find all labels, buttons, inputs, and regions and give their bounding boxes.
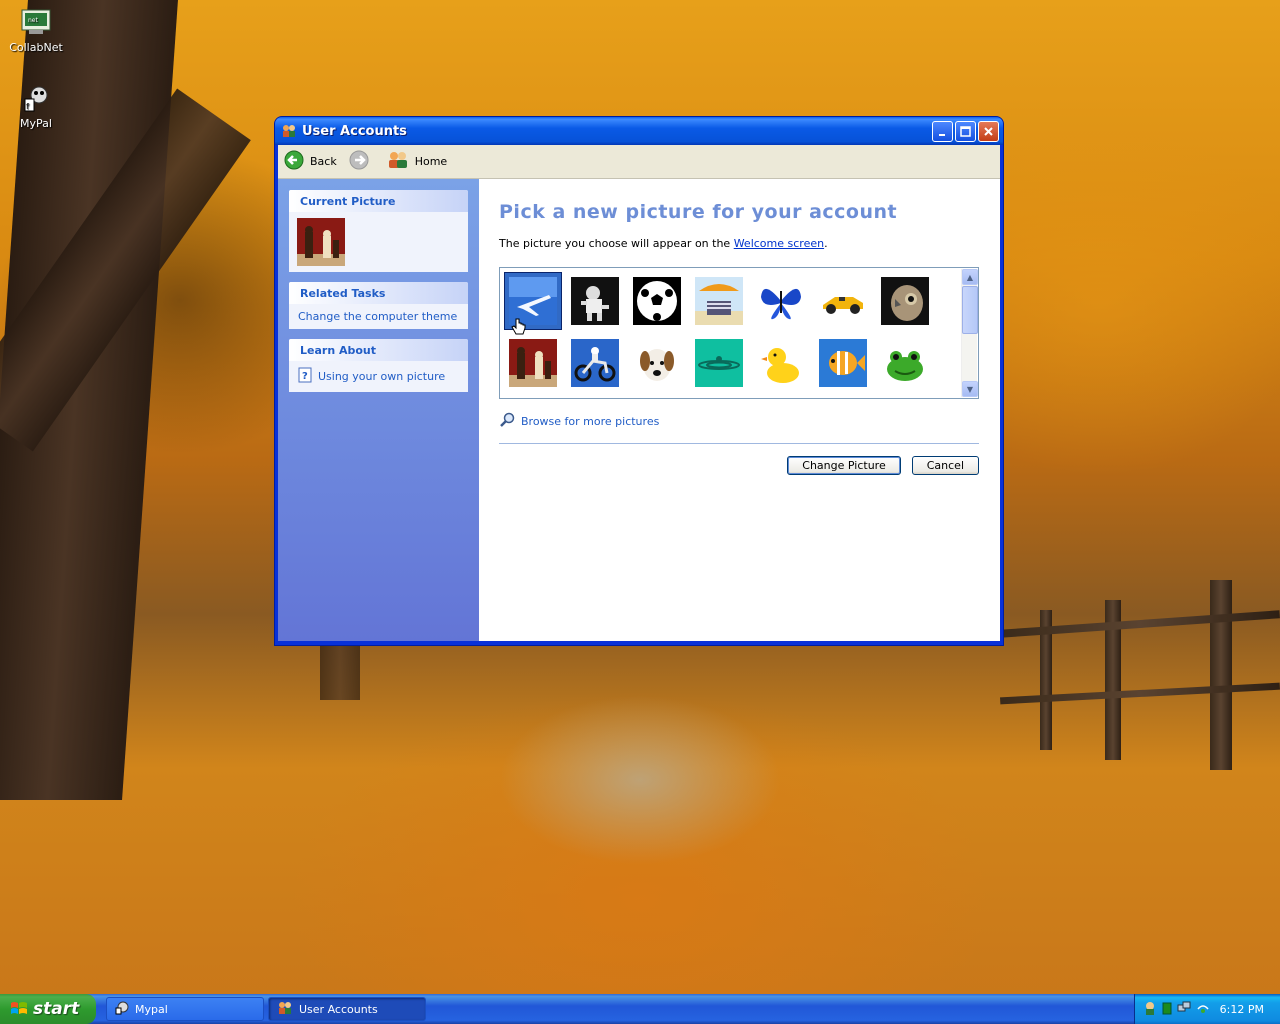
toolbar: Back Home	[278, 145, 1000, 179]
picture-butterfly[interactable]	[752, 272, 810, 330]
scrollbar-thumb[interactable]	[962, 286, 978, 334]
picture-beach-chair[interactable]	[690, 272, 748, 330]
forward-arrow-icon	[349, 150, 369, 173]
windows-flag-icon	[10, 1000, 28, 1018]
maximize-button[interactable]	[955, 120, 976, 142]
panel-heading: Current Picture	[289, 190, 468, 212]
title-bar[interactable]: User Accounts	[275, 117, 1003, 145]
panel-heading: Related Tasks	[289, 282, 468, 304]
user-tray-icon[interactable]	[1143, 1001, 1157, 1018]
main-pane: Pick a new picture for your account The …	[479, 179, 1000, 641]
panel-heading: Learn About	[289, 339, 468, 361]
window-title: User Accounts	[302, 123, 407, 139]
picture-race-car[interactable]	[814, 272, 872, 330]
divider	[499, 443, 979, 444]
picture-fish[interactable]	[814, 334, 872, 392]
desktop-icon-label: MyPal	[20, 117, 52, 130]
system-tray: 6:12 PM	[1134, 994, 1280, 1024]
picture-dog[interactable]	[628, 334, 686, 392]
browse-more-pictures-link[interactable]: Browse for more pictures	[499, 412, 980, 431]
minimize-button[interactable]	[932, 120, 953, 142]
close-button[interactable]	[978, 120, 999, 142]
scroll-up-arrow-icon[interactable]: ▲	[962, 269, 978, 285]
task-pane: Current Picture Related Tasks Change the…	[278, 179, 479, 641]
forward-button[interactable]	[349, 150, 375, 173]
back-arrow-icon	[284, 150, 304, 173]
window-content: Current Picture Related Tasks Change the…	[278, 179, 1000, 641]
user-accounts-icon	[281, 123, 297, 139]
picture-dirt-bike[interactable]	[566, 334, 624, 392]
taskbar-item-mypal[interactable]: Mypal	[106, 997, 264, 1021]
fence-post	[1210, 580, 1232, 770]
picture-list-scrollbar[interactable]: ▲ ▼	[961, 269, 978, 397]
user-accounts-window: User Accounts Back Home Current Picture …	[275, 117, 1003, 645]
page-description: The picture you choose will appear on th…	[499, 237, 828, 250]
mypal-icon	[115, 1001, 129, 1018]
user-accounts-home-icon	[387, 151, 409, 172]
desktop-icon-collabnet[interactable]: net CollabNet	[0, 6, 72, 54]
svg-text:?: ?	[302, 371, 308, 382]
minimize-icon	[939, 133, 945, 136]
network-icon[interactable]	[1177, 1001, 1191, 1018]
help-icon: ?	[298, 367, 312, 386]
hand-cursor-icon	[511, 318, 527, 341]
current-picture-chess-image	[297, 218, 345, 266]
related-tasks-panel: Related Tasks Change the computer theme	[289, 282, 468, 329]
tree-trunk-center	[320, 640, 360, 700]
collabnet-icon: net	[20, 6, 52, 38]
battery-icon[interactable]	[1162, 1001, 1172, 1018]
change-theme-link[interactable]: Change the computer theme	[298, 310, 457, 323]
page-title: Pick a new picture for your account	[499, 201, 898, 223]
picture-frog[interactable]	[876, 334, 934, 392]
picture-rubber-duck[interactable]	[752, 334, 810, 392]
picture-soccer-ball[interactable]	[628, 272, 686, 330]
taskbar: start Mypal User Accounts 6:12 PM	[0, 994, 1280, 1024]
mypal-icon: f	[20, 82, 52, 114]
change-picture-button[interactable]: Change Picture	[787, 456, 901, 475]
clock[interactable]: 6:12 PM	[1220, 1003, 1264, 1016]
close-icon	[984, 126, 993, 136]
using-own-picture-link[interactable]: Using your own picture	[318, 370, 445, 383]
user-accounts-icon	[277, 1001, 293, 1018]
back-button[interactable]: Back	[284, 150, 337, 173]
picture-chess[interactable]	[504, 334, 562, 392]
desktop-icon-mypal[interactable]: f MyPal	[0, 82, 72, 130]
home-label: Home	[414, 155, 448, 168]
magnifier-icon	[499, 412, 515, 431]
wireless-icon[interactable]	[1196, 1001, 1210, 1018]
scroll-down-arrow-icon[interactable]: ▼	[962, 381, 978, 397]
svg-text:f: f	[26, 102, 29, 111]
taskbar-item-user-accounts[interactable]: User Accounts	[268, 997, 426, 1021]
cancel-button[interactable]: Cancel	[911, 456, 979, 475]
start-button[interactable]: start	[0, 994, 96, 1024]
svg-text:net: net	[28, 17, 38, 24]
picture-astronaut[interactable]	[566, 272, 624, 330]
learn-about-panel: Learn About ? Using your own picture	[289, 339, 468, 392]
desktop-icon-label: CollabNet	[9, 41, 63, 54]
maximize-icon	[960, 125, 971, 137]
start-label: start	[33, 999, 80, 1019]
welcome-screen-link[interactable]: Welcome screen	[734, 237, 824, 250]
picture-teal-ripple[interactable]	[690, 334, 748, 392]
picture-owl[interactable]	[876, 272, 934, 330]
home-button[interactable]: Home	[387, 151, 447, 172]
button-row: Change Picture Cancel	[499, 456, 979, 475]
current-picture-panel: Current Picture	[289, 190, 468, 272]
back-label: Back	[310, 155, 337, 168]
picture-list[interactable]: ▲ ▼	[499, 267, 979, 399]
